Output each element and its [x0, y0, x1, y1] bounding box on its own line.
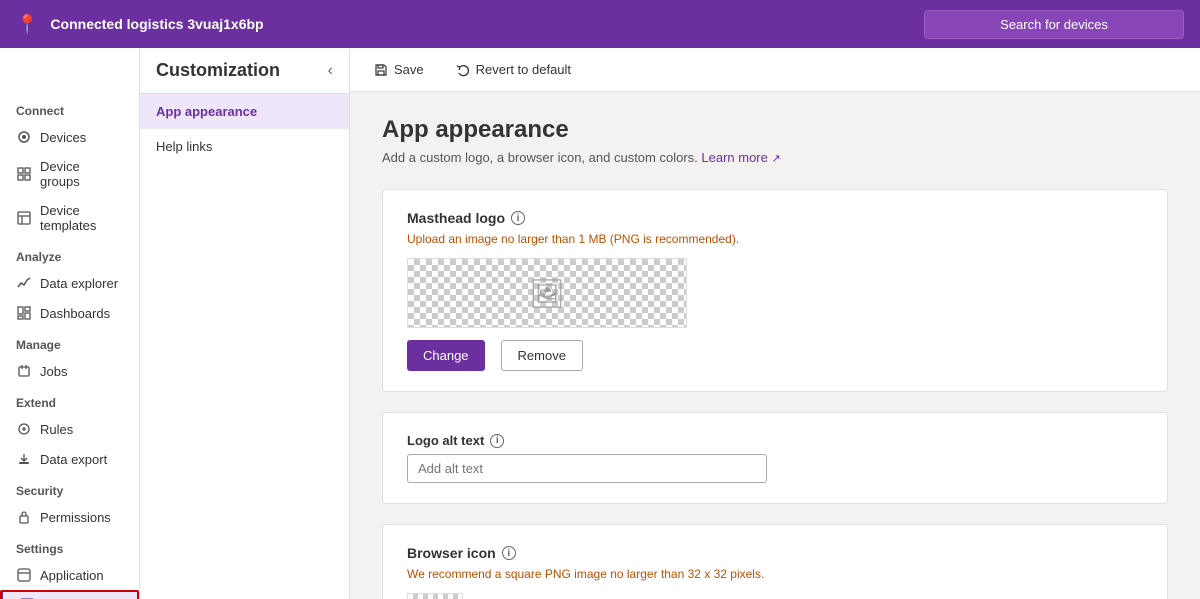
data-explorer-icon: [16, 275, 32, 291]
app-title: Connected logistics 3vuaj1x6bp: [50, 16, 263, 32]
browser-icon-info-icon[interactable]: i: [502, 546, 516, 560]
device-templates-icon: [16, 210, 32, 226]
masthead-logo-remove-button[interactable]: Remove: [501, 340, 583, 371]
dashboards-icon: [16, 305, 32, 321]
device-groups-icon: [16, 166, 32, 182]
mid-nav-app-appearance[interactable]: App appearance: [140, 94, 349, 129]
mid-panel: Customization ‹ App appearance Help link…: [140, 48, 350, 599]
data-export-icon: [16, 451, 32, 467]
masthead-logo-change-button[interactable]: Change: [407, 340, 485, 371]
masthead-logo-heading: Masthead logo i: [407, 210, 1143, 226]
revert-icon: [456, 63, 470, 77]
page-subtitle: Add a custom logo, a browser icon, and c…: [382, 150, 1168, 165]
sidebar-item-device-templates[interactable]: Device templates: [0, 196, 139, 240]
sidebar-item-rules[interactable]: Rules: [0, 414, 139, 444]
toolbar: Save Revert to default: [350, 48, 1200, 92]
logo-alt-text-info-icon[interactable]: i: [490, 434, 504, 448]
masthead-logo-preview: 🖼: [407, 258, 687, 328]
browser-icon-heading: Browser icon i: [407, 545, 1143, 561]
section-connect: Connect: [0, 94, 139, 122]
hamburger-menu-button[interactable]: [12, 64, 38, 86]
revert-button[interactable]: Revert to default: [448, 58, 579, 81]
sidebar-item-dashboards[interactable]: Dashboards: [0, 298, 139, 328]
rules-icon: [16, 421, 32, 437]
location-pin-icon: 📍: [16, 14, 38, 35]
browser-icon-preview: 📍: [407, 593, 463, 599]
mid-nav-help-links[interactable]: Help links: [140, 129, 349, 164]
browser-icon-section: Browser icon i We recommend a square PNG…: [382, 524, 1168, 599]
sidebar-item-device-groups[interactable]: Device groups: [0, 152, 139, 196]
sidebar-item-application[interactable]: Application: [0, 560, 139, 590]
sidebar: Connect Devices Device groups Device tem…: [0, 48, 140, 599]
devices-icon: [16, 129, 32, 145]
sidebar-item-data-explorer[interactable]: Data explorer: [0, 268, 139, 298]
learn-more-link[interactable]: Learn more ↗: [701, 150, 780, 165]
section-settings: Settings: [0, 532, 139, 560]
masthead-logo-placeholder-icon: 🖼: [529, 277, 565, 310]
sidebar-item-devices[interactable]: Devices: [0, 122, 139, 152]
masthead-logo-section: Masthead logo i Upload an image no large…: [382, 189, 1168, 392]
masthead-logo-hint: Upload an image no larger than 1 MB (PNG…: [407, 232, 1143, 246]
sidebar-item-jobs[interactable]: Jobs: [0, 356, 139, 386]
jobs-icon: [16, 363, 32, 379]
topbar: 📍 Connected logistics 3vuaj1x6bp Search …: [0, 0, 1200, 48]
application-icon: [16, 567, 32, 583]
logo-alt-text-input[interactable]: [407, 454, 767, 483]
content-area: App appearance Add a custom logo, a brow…: [350, 92, 1200, 599]
masthead-logo-actions: Change Remove: [407, 340, 1143, 371]
section-manage: Manage: [0, 328, 139, 356]
external-link-icon: ↗: [772, 153, 781, 165]
main-layout: Connect Devices Device groups Device tem…: [0, 48, 1200, 599]
save-icon: [374, 63, 388, 77]
main-content: Save Revert to default App appearance Ad…: [350, 48, 1200, 599]
sidebar-item-permissions[interactable]: Permissions: [0, 502, 139, 532]
section-analyze: Analyze: [0, 240, 139, 268]
masthead-logo-info-icon[interactable]: i: [511, 211, 525, 225]
sidebar-item-customization[interactable]: Customization: [0, 590, 139, 599]
permissions-icon: [16, 509, 32, 525]
mid-panel-header: Customization ‹: [140, 48, 349, 94]
mid-panel-title: Customization: [156, 60, 280, 81]
section-security: Security: [0, 474, 139, 502]
collapse-panel-button[interactable]: ‹: [328, 62, 333, 80]
search-bar[interactable]: Search for devices: [924, 10, 1184, 39]
browser-icon-hint: We recommend a square PNG image no large…: [407, 567, 1143, 581]
sidebar-item-data-export[interactable]: Data export: [0, 444, 139, 474]
logo-alt-text-section: Logo alt text i: [382, 412, 1168, 504]
page-title: App appearance: [382, 116, 1168, 144]
logo-alt-text-label: Logo alt text i: [407, 433, 1143, 448]
save-button[interactable]: Save: [366, 58, 432, 81]
section-extend: Extend: [0, 386, 139, 414]
